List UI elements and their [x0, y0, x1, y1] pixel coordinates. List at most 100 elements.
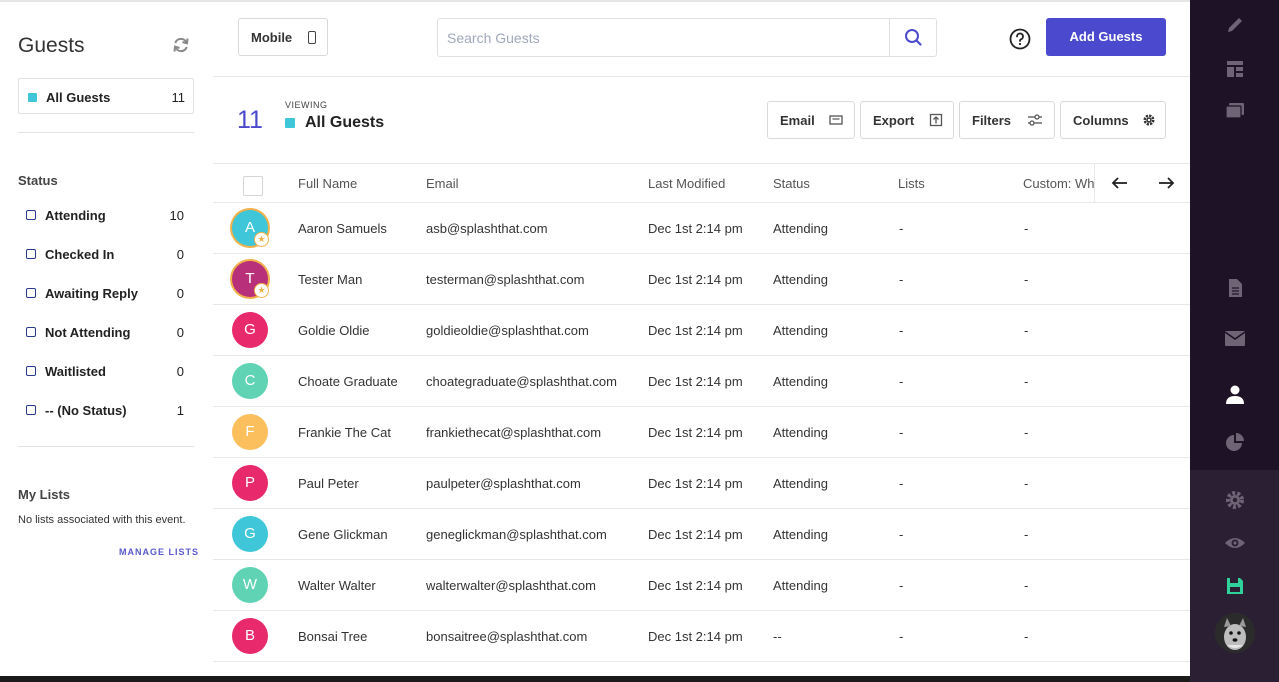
status-checkbox[interactable]	[26, 210, 36, 220]
table-row[interactable]: W Walter Walter walterwalter@splashthat.…	[213, 560, 1190, 611]
sidebar-divider	[18, 132, 194, 133]
table-row[interactable]: P Paul Peter paulpeter@splashthat.com De…	[213, 458, 1190, 509]
cell-custom: -	[1024, 578, 1029, 593]
cell-status: Attending	[773, 476, 828, 491]
table-row[interactable]: C Choate Graduate choategraduate@splasht…	[213, 356, 1190, 407]
cell-status: Attending	[773, 272, 828, 287]
cell-full-name: Walter Walter	[298, 578, 376, 593]
cell-custom: -	[1024, 272, 1029, 287]
column-header-full-name[interactable]: Full Name	[298, 176, 357, 191]
column-header-last-modified[interactable]: Last Modified	[648, 176, 725, 191]
table-row[interactable]: T ★ Tester Man testerman@splashthat.com …	[213, 254, 1190, 305]
cell-full-name: Frankie The Cat	[298, 425, 391, 440]
status-checkbox[interactable]	[26, 288, 36, 298]
export-button[interactable]: Export	[860, 101, 954, 139]
cell-lists: -	[899, 527, 904, 542]
cell-email: paulpeter@splashthat.com	[426, 476, 581, 491]
arrow-right-icon[interactable]	[1155, 173, 1177, 193]
dog-photo-icon	[1215, 613, 1255, 653]
cell-status: --	[773, 629, 782, 644]
cell-lists: -	[899, 629, 904, 644]
cell-lists: -	[899, 272, 904, 287]
status-checkbox[interactable]	[26, 327, 36, 337]
table-header: Full Name Email Last Modified Status Lis…	[213, 164, 1190, 203]
column-header-custom[interactable]: Custom: Wh	[1023, 176, 1095, 191]
pie-chart-icon[interactable]	[1224, 432, 1246, 454]
cell-last-modified: Dec 1st 2:14 pm	[648, 323, 743, 338]
columns-button[interactable]: Columns	[1060, 101, 1166, 139]
guests-sidebar: Guests All Guests 11 Status Attending 10…	[0, 2, 213, 678]
cell-custom: -	[1024, 629, 1029, 644]
cell-custom: -	[1024, 374, 1029, 389]
table-row[interactable]: F Frankie The Cat frankiethecat@splashth…	[213, 407, 1190, 458]
status-checkbox[interactable]	[26, 249, 36, 259]
table-row[interactable]: B Bonsai Tree bonsaitree@splashthat.com …	[213, 611, 1190, 662]
column-header-lists[interactable]: Lists	[898, 176, 925, 191]
sidebar-item-all-guests[interactable]: All Guests 11	[18, 78, 194, 114]
status-label: Awaiting Reply	[45, 286, 138, 301]
status-label: Attending	[45, 208, 106, 223]
manage-lists-link[interactable]: MANAGE LISTS	[119, 547, 199, 557]
cell-email: bonsaitree@splashthat.com	[426, 629, 588, 644]
status-filter-awaiting-reply[interactable]: Awaiting Reply 0	[26, 282, 186, 321]
sliders-icon	[1028, 114, 1042, 126]
filters-button[interactable]: Filters	[959, 101, 1055, 139]
cell-last-modified: Dec 1st 2:14 pm	[648, 374, 743, 389]
add-guests-button[interactable]: Add Guests	[1046, 18, 1166, 56]
avatar: G	[232, 516, 268, 552]
status-checkbox[interactable]	[26, 405, 36, 415]
avatar: C	[232, 363, 268, 399]
mail-icon[interactable]	[1224, 327, 1246, 349]
pencil-icon[interactable]	[1224, 14, 1246, 36]
column-header-status[interactable]: Status	[773, 176, 810, 191]
gear-icon[interactable]	[1224, 489, 1246, 511]
star-icon: ★	[254, 232, 269, 247]
viewing-color-dot	[285, 118, 295, 128]
cell-status: Attending	[773, 374, 828, 389]
app-nav-rail	[1190, 0, 1279, 682]
cell-custom: -	[1024, 476, 1029, 491]
column-scroll-controls	[1094, 164, 1190, 202]
select-all-checkbox[interactable]	[243, 176, 263, 196]
arrow-left-icon[interactable]	[1109, 173, 1131, 193]
person-icon[interactable]	[1224, 383, 1246, 405]
cell-status: Attending	[773, 221, 828, 236]
table-row[interactable]: G Gene Glickman geneglickman@splashthat.…	[213, 509, 1190, 560]
save-icon[interactable]	[1224, 575, 1246, 597]
cell-full-name: Choate Graduate	[298, 374, 398, 389]
layout-icon[interactable]	[1224, 58, 1246, 80]
status-filter-attending[interactable]: Attending 10	[26, 204, 186, 243]
email-button[interactable]: Email	[767, 101, 855, 139]
search-input[interactable]	[438, 19, 889, 56]
column-header-email[interactable]: Email	[426, 176, 459, 191]
status-count: 10	[169, 208, 184, 223]
filters-button-label: Filters	[972, 113, 1012, 128]
status-filter-list: Attending 10 Checked In 0 Awaiting Reply…	[26, 204, 186, 438]
status-count: 0	[176, 286, 184, 301]
table-row[interactable]: G Goldie Oldie goldieoldie@splashthat.co…	[213, 305, 1190, 356]
cell-full-name: Goldie Oldie	[298, 323, 370, 338]
cell-full-name: Paul Peter	[298, 476, 359, 491]
table-row[interactable]: A ★ Aaron Samuels asb@splashthat.com Dec…	[213, 203, 1190, 254]
cell-lists: -	[899, 425, 904, 440]
avatar: W	[232, 567, 268, 603]
cell-last-modified: Dec 1st 2:14 pm	[648, 578, 743, 593]
mobile-view-button[interactable]: Mobile	[238, 18, 328, 56]
eye-icon[interactable]	[1224, 532, 1246, 554]
status-filter-no-status[interactable]: -- (No Status) 1	[26, 399, 186, 438]
status-filter-checked-in[interactable]: Checked In 0	[26, 243, 186, 282]
search-button[interactable]	[889, 19, 936, 56]
cell-lists: -	[899, 221, 904, 236]
user-avatar[interactable]	[1215, 613, 1255, 653]
status-filter-waitlisted[interactable]: Waitlisted 0	[26, 360, 186, 399]
refresh-icon[interactable]	[171, 35, 191, 55]
status-checkbox[interactable]	[26, 366, 36, 376]
cell-email: frankiethecat@splashthat.com	[426, 425, 602, 440]
avatar: F	[232, 414, 268, 450]
cell-full-name: Bonsai Tree	[298, 629, 368, 644]
status-filter-not-attending[interactable]: Not Attending 0	[26, 321, 186, 360]
gallery-icon[interactable]	[1224, 100, 1246, 122]
help-icon[interactable]	[1009, 28, 1031, 50]
document-icon[interactable]	[1224, 277, 1246, 299]
email-button-label: Email	[780, 113, 815, 128]
